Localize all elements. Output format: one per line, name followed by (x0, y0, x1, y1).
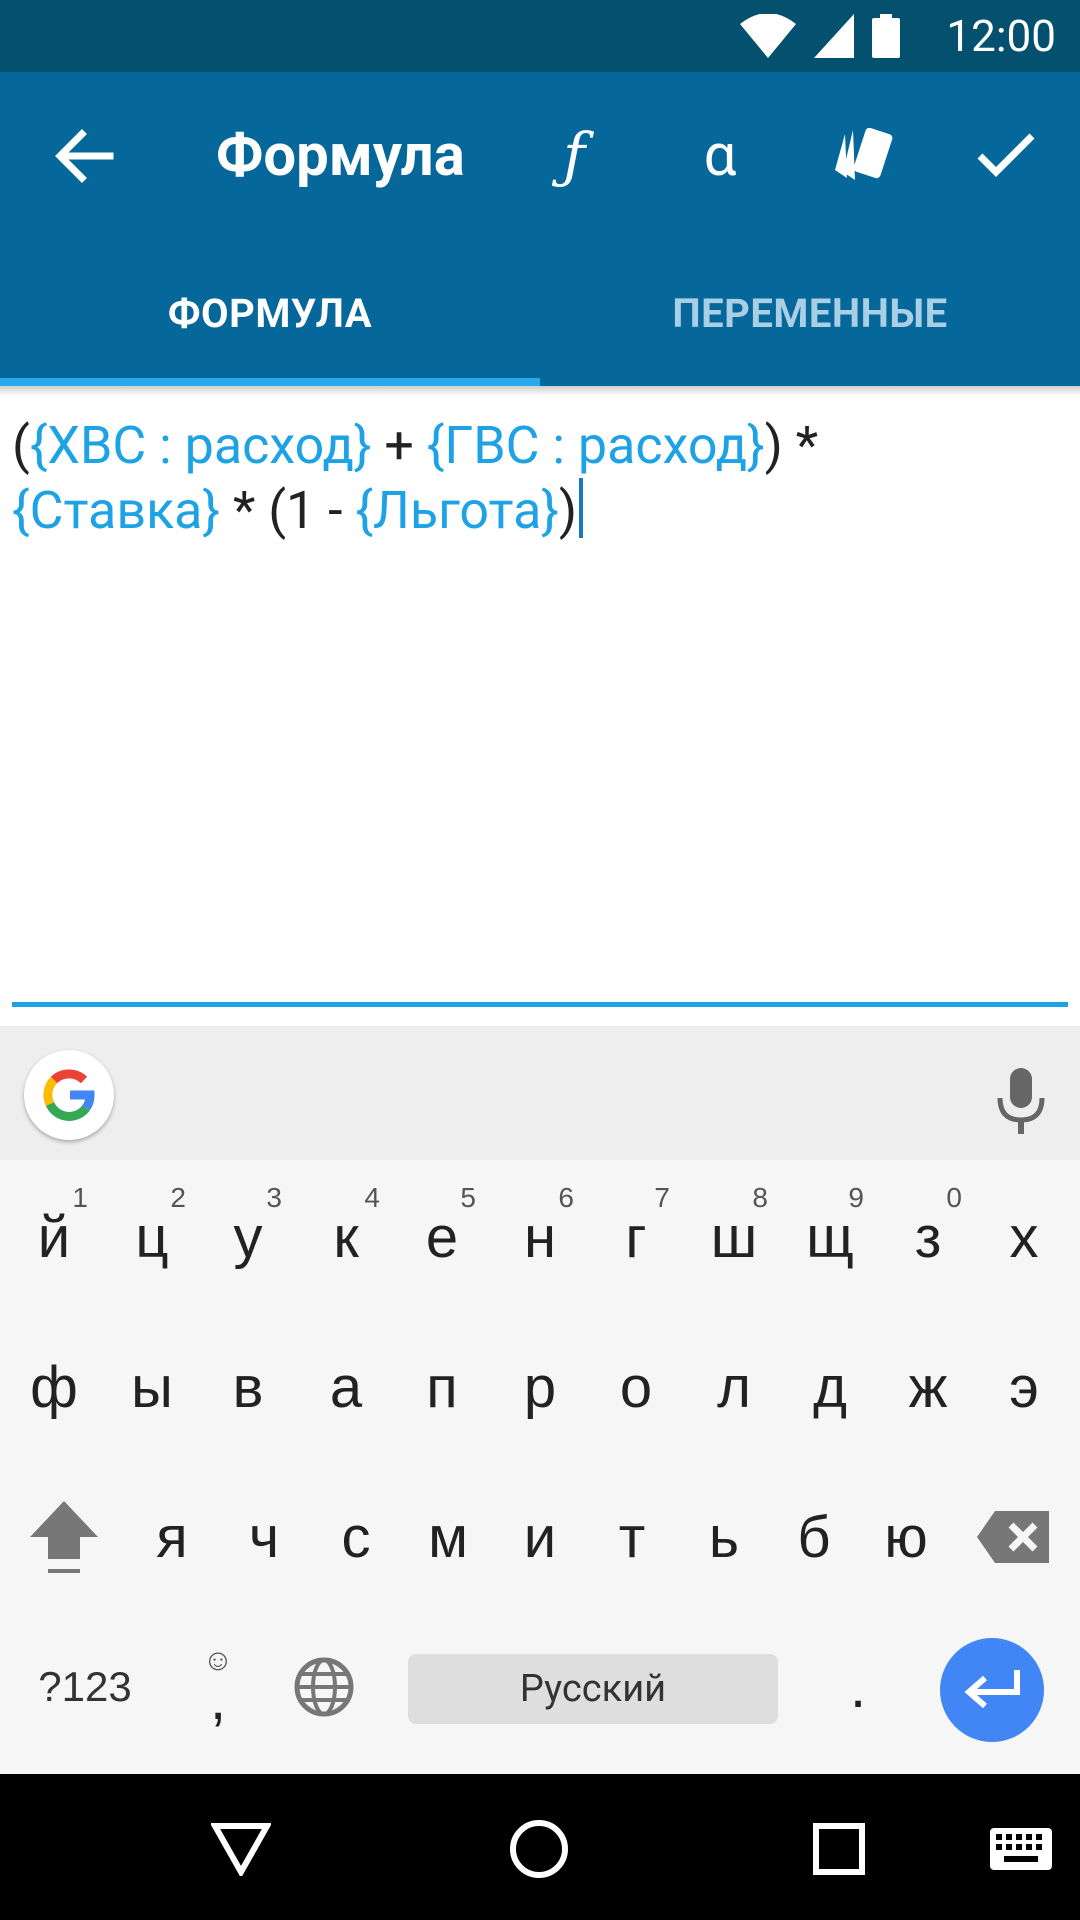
mic-icon (997, 1068, 1045, 1134)
keyboard-switch-button[interactable] (976, 1804, 1066, 1894)
screen: 12:00 Формула ƒ α ФОРМУЛА ПЕРЕМЕННЫЕ ({Х… (0, 0, 1080, 1920)
key[interactable]: д (782, 1322, 878, 1452)
tab-variables[interactable]: ПЕРЕМЕННЫЕ (540, 240, 1080, 386)
formula-variable: {ХВС : расход} (29, 415, 372, 476)
alpha-icon: α (703, 122, 737, 190)
formula-variable: {Льгота} (355, 480, 560, 541)
google-g-icon (43, 1069, 95, 1121)
key[interactable]: з0 (880, 1172, 976, 1302)
space-key[interactable]: Русский (408, 1654, 778, 1724)
tab-formula[interactable]: ФОРМУЛА (0, 240, 540, 386)
suggestion-strip (0, 1026, 1080, 1160)
nav-recents-icon (813, 1823, 865, 1875)
enter-icon (964, 1670, 1020, 1709)
key[interactable]: щ9 (782, 1172, 878, 1302)
emoji-icon: ☺ (202, 1644, 234, 1677)
shift-icon (30, 1501, 98, 1573)
key[interactable]: ц2 (104, 1172, 200, 1302)
battery-icon (872, 14, 900, 58)
keyboard: й1 ц2 у3 к4 е5 н6 г7 ш8 щ9 з0 х ф ы в а … (0, 1026, 1080, 1774)
text-cursor (579, 478, 584, 538)
formula-token: + (371, 415, 427, 476)
app-bar: Формула ƒ α (0, 72, 1080, 240)
status-icons (740, 14, 900, 58)
keyboard-icon (990, 1828, 1052, 1870)
key[interactable]: г7 (588, 1172, 684, 1302)
formula-token: * (1 - (220, 480, 356, 541)
page-title: Формула (216, 122, 465, 190)
key[interactable]: о (588, 1322, 684, 1452)
tab-bar-shadow (0, 386, 1080, 396)
key[interactable]: ж (880, 1322, 976, 1452)
key[interactable]: м (400, 1472, 496, 1602)
comma-key[interactable]: ☺ , (170, 1622, 266, 1752)
signal-icon (814, 14, 854, 58)
wifi-icon (740, 14, 796, 58)
formula-variable: {ГВС : расход} (426, 415, 765, 476)
input-underline (12, 1002, 1068, 1007)
key[interactable]: л (686, 1322, 782, 1452)
function-button[interactable]: ƒ (538, 120, 610, 192)
back-arrow-icon (55, 129, 114, 183)
key[interactable]: ы (104, 1322, 200, 1452)
key[interactable]: и (492, 1472, 588, 1602)
key[interactable]: к4 (298, 1172, 394, 1302)
key[interactable]: в (200, 1322, 296, 1452)
enter-key[interactable] (940, 1638, 1044, 1742)
confirm-button[interactable] (970, 120, 1042, 192)
status-bar: 12:00 (0, 0, 1080, 72)
formula-token: ( (12, 415, 30, 476)
tag-button[interactable] (826, 120, 898, 192)
nav-back-button[interactable] (196, 1804, 286, 1894)
key[interactable]: ь (676, 1472, 772, 1602)
key[interactable]: х (976, 1172, 1072, 1302)
back-button[interactable] (52, 124, 116, 188)
key[interactable]: э (976, 1322, 1072, 1452)
nav-back-icon (211, 1823, 271, 1876)
key[interactable]: ф (6, 1322, 102, 1452)
symbols-key[interactable]: ?123 (20, 1622, 150, 1752)
status-time: 12:00 (946, 10, 1056, 62)
formula-token: ) (559, 480, 578, 541)
key[interactable]: е5 (394, 1172, 490, 1302)
key[interactable]: й1 (6, 1172, 102, 1302)
key[interactable]: т (584, 1472, 680, 1602)
key[interactable]: н6 (492, 1172, 588, 1302)
key[interactable]: р (492, 1322, 588, 1452)
formula-input[interactable]: ({ХВС : расход} + {ГВС : расход}) * {Ста… (12, 414, 1068, 1004)
key[interactable]: б (766, 1472, 862, 1602)
formula-variable: {Ставка} (12, 480, 221, 541)
key[interactable]: п (394, 1322, 490, 1452)
google-search-button[interactable] (24, 1050, 114, 1140)
key[interactable]: с (308, 1472, 404, 1602)
formula-token: ) * (764, 415, 819, 476)
check-icon (977, 133, 1035, 177)
key[interactable]: ш8 (686, 1172, 782, 1302)
key[interactable]: ю (858, 1472, 954, 1602)
backspace-key[interactable] (966, 1472, 1062, 1602)
tag-icon (835, 128, 893, 180)
key[interactable]: а (298, 1322, 394, 1452)
mic-button[interactable] (996, 1068, 1046, 1134)
key[interactable]: у3 (200, 1172, 296, 1302)
backspace-icon (977, 1511, 1049, 1563)
function-icon: ƒ (562, 121, 586, 191)
period-key[interactable]: . (810, 1622, 906, 1752)
shift-key[interactable] (16, 1472, 112, 1602)
tab-bar: ФОРМУЛА ПЕРЕМЕННЫЕ (0, 240, 1080, 386)
nav-recents-button[interactable] (794, 1804, 884, 1894)
nav-home-button[interactable] (494, 1804, 584, 1894)
navigation-bar (0, 1774, 1080, 1920)
key[interactable]: я (124, 1472, 220, 1602)
globe-icon (294, 1657, 354, 1717)
alpha-button[interactable]: α (684, 120, 756, 192)
key[interactable]: ч (216, 1472, 312, 1602)
language-key[interactable] (276, 1622, 372, 1752)
tab-indicator (0, 378, 540, 386)
nav-home-icon (510, 1820, 568, 1878)
